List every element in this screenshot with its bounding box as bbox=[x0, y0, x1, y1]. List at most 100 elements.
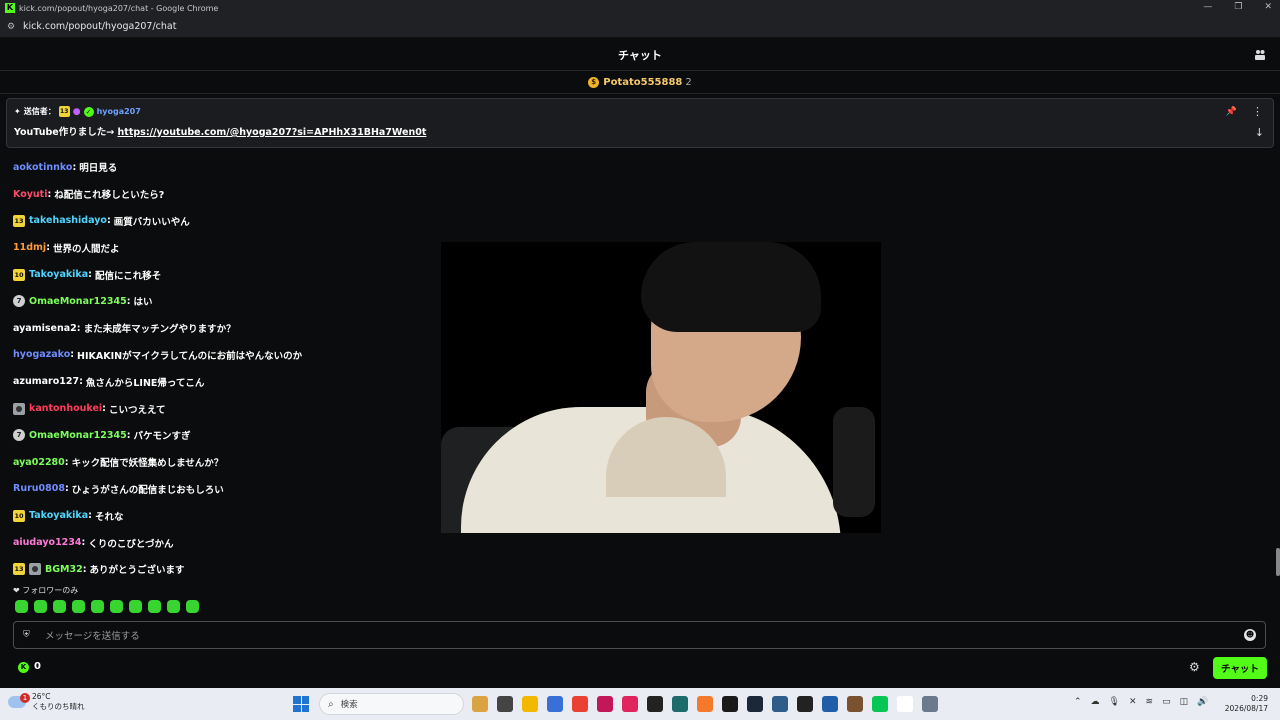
close-icon[interactable]: ✕ bbox=[1264, 2, 1272, 12]
taskbar-app-9-icon[interactable] bbox=[672, 696, 688, 712]
emote-8-icon[interactable] bbox=[148, 600, 161, 613]
emote-4-icon[interactable] bbox=[72, 600, 85, 613]
chat-separator: : bbox=[102, 403, 106, 415]
windows-taskbar: 1 26°C くもりのち晴れ ⌕ 検索 ⌃ ☁ 🎙 ✕ ≋ ▭ ◫ 🔊 0:29… bbox=[0, 688, 1280, 720]
volume-icon[interactable]: 🔊 bbox=[1197, 697, 1208, 707]
mic-icon[interactable]: 🎙 bbox=[1109, 697, 1120, 707]
taskbar-app-1-icon[interactable] bbox=[472, 696, 488, 712]
message-input[interactable]: メッセージを送信する bbox=[45, 628, 140, 642]
system-clock[interactable]: 0:29 2026/08/17 bbox=[1225, 694, 1268, 714]
taskbar-app-2-icon[interactable] bbox=[497, 696, 513, 712]
taskbar-app-8-icon[interactable] bbox=[647, 696, 663, 712]
more-icon[interactable]: ⋮ bbox=[1252, 105, 1263, 118]
chat-username[interactable]: 11dmj bbox=[13, 242, 46, 253]
chat-username[interactable]: takehashidayo bbox=[29, 215, 107, 226]
address-bar[interactable]: ⚙ kick.com/popout/hyoga207/chat bbox=[0, 16, 1280, 38]
temperature: 26°C bbox=[32, 692, 51, 701]
taskbar-app-7-icon[interactable] bbox=[622, 696, 638, 712]
emote-9-icon[interactable] bbox=[167, 600, 180, 613]
taskbar-app-4-icon[interactable] bbox=[547, 696, 563, 712]
weather-widget[interactable]: 1 26°C くもりのち晴れ bbox=[8, 692, 85, 712]
taskbar-app-15-icon[interactable] bbox=[822, 696, 838, 712]
taskbar-app-16-icon[interactable] bbox=[847, 696, 863, 712]
search-icon: ⌕ bbox=[328, 698, 334, 710]
chat-username[interactable]: aiudayo1234 bbox=[13, 537, 82, 548]
taskbar-app-10-icon[interactable] bbox=[697, 696, 713, 712]
wifi-icon[interactable]: ≋ bbox=[1146, 697, 1154, 707]
restore-icon[interactable]: ❐ bbox=[1234, 2, 1242, 12]
minimize-icon[interactable]: — bbox=[1203, 2, 1212, 12]
chat-message: kantonhoukei: こいつええて bbox=[13, 395, 473, 422]
chat-username[interactable]: Ruru0808 bbox=[13, 483, 65, 494]
emote-6-icon[interactable] bbox=[110, 600, 123, 613]
chat-username[interactable]: Koyuti bbox=[13, 189, 47, 200]
taskbar-app-13-icon[interactable] bbox=[772, 696, 788, 712]
cloud-sync-icon[interactable]: ☁ bbox=[1091, 697, 1100, 707]
chat-username[interactable]: BGM32 bbox=[45, 564, 83, 575]
expand-down-icon[interactable]: ↓ bbox=[1255, 126, 1264, 139]
chevron-up-icon[interactable]: ⌃ bbox=[1074, 697, 1082, 707]
taskbar-app-17-icon[interactable] bbox=[872, 696, 888, 712]
battery-icon[interactable]: ▭ bbox=[1162, 697, 1171, 707]
taskbar-app-18-icon[interactable] bbox=[897, 696, 913, 712]
taskbar-search[interactable]: ⌕ 検索 bbox=[319, 693, 464, 715]
taskbar-app-14-icon[interactable] bbox=[797, 696, 813, 712]
chat-text: 配信にこれ移そ bbox=[94, 270, 162, 282]
pin-icon[interactable]: 📌 bbox=[1226, 107, 1237, 117]
cloud-icon: 1 bbox=[8, 693, 30, 708]
chat-username[interactable]: OmaeMonar12345 bbox=[29, 296, 127, 307]
emote-1-icon[interactable] bbox=[15, 600, 28, 613]
chat-username[interactable]: kantonhoukei bbox=[29, 403, 102, 414]
chat-separator: : bbox=[88, 269, 92, 281]
pinned-link[interactable]: https://youtube.com/@hyoga207?si=APHhX31… bbox=[118, 127, 427, 138]
chat-text: ね配信これ移しといたら? bbox=[54, 190, 165, 202]
chat-separator: : bbox=[64, 456, 69, 468]
avatar-icon bbox=[13, 402, 25, 415]
users-icon[interactable] bbox=[1254, 49, 1266, 61]
emote-2-icon[interactable] bbox=[34, 600, 47, 613]
chat-input-box[interactable]: ⛨ メッセージを送信する ☻ bbox=[13, 621, 1266, 649]
taskbar-app-3-icon[interactable] bbox=[522, 696, 538, 712]
chat-username[interactable]: hyogazako bbox=[13, 349, 70, 360]
search-placeholder: 検索 bbox=[340, 700, 358, 710]
chat-text: こいつええて bbox=[108, 404, 166, 416]
gear-icon[interactable]: ⚙ bbox=[1189, 660, 1200, 674]
emote-3-icon[interactable] bbox=[53, 600, 66, 613]
pinned-username[interactable]: hyoga207 bbox=[97, 107, 141, 116]
page-title: チャット bbox=[618, 48, 662, 62]
site-settings-icon[interactable]: ⚙ bbox=[7, 22, 17, 32]
chat-username[interactable]: azumaro127 bbox=[13, 376, 79, 387]
chat-text: HIKAKINがマイクラしてんのにお前はやんないのか bbox=[77, 350, 303, 362]
send-chat-button[interactable]: チャット bbox=[1213, 657, 1267, 679]
chat-message: hyogazako: HIKAKINがマイクラしてんのにお前はやんないのか bbox=[13, 342, 473, 369]
chat-username[interactable]: Takoyakika bbox=[29, 510, 88, 521]
scrollbar-thumb[interactable] bbox=[1276, 548, 1280, 576]
chat-username[interactable]: ayamisena2 bbox=[13, 323, 77, 334]
gifter-name[interactable]: Potato555888 bbox=[603, 77, 682, 88]
kick-points-icon[interactable]: K bbox=[18, 662, 29, 673]
taskbar-app-6-icon[interactable] bbox=[597, 696, 613, 712]
taskbar-app-11-icon[interactable] bbox=[722, 696, 738, 712]
chat-username[interactable]: OmaeMonar12345 bbox=[29, 430, 127, 441]
taskbar-app-5-icon[interactable] bbox=[572, 696, 588, 712]
chat-username[interactable]: aya02280 bbox=[13, 457, 65, 468]
url-text[interactable]: kick.com/popout/hyoga207/chat bbox=[23, 21, 176, 32]
chat-text: キック配信で妖怪集めしませんか？ bbox=[71, 458, 224, 470]
windows-start-icon[interactable] bbox=[293, 696, 309, 712]
chat-username[interactable]: Takoyakika bbox=[29, 269, 88, 280]
taskbar-app-12-icon[interactable] bbox=[747, 696, 763, 712]
emote-10-icon[interactable] bbox=[186, 600, 199, 613]
chat-text: くりのこびとづかん bbox=[88, 538, 174, 550]
emote-5-icon[interactable] bbox=[91, 600, 104, 613]
taskbar-app-19-icon[interactable] bbox=[922, 696, 938, 712]
gift-leaderboard[interactable]: $ Potato555888 2 bbox=[0, 72, 1280, 94]
chat-separator: : bbox=[70, 349, 75, 361]
chat-username[interactable]: aokotinnko bbox=[13, 162, 72, 173]
chat-message: azumaro127: 魚さんからLINE帰ってこん bbox=[13, 368, 473, 395]
tray-close-icon[interactable]: ✕ bbox=[1129, 697, 1137, 707]
chat-separator: : bbox=[81, 537, 86, 549]
emoji-icon[interactable]: ☻ bbox=[1244, 629, 1256, 641]
emote-7-icon[interactable] bbox=[129, 600, 142, 613]
chat-separator: : bbox=[72, 161, 77, 173]
display-icon[interactable]: ◫ bbox=[1180, 697, 1189, 707]
